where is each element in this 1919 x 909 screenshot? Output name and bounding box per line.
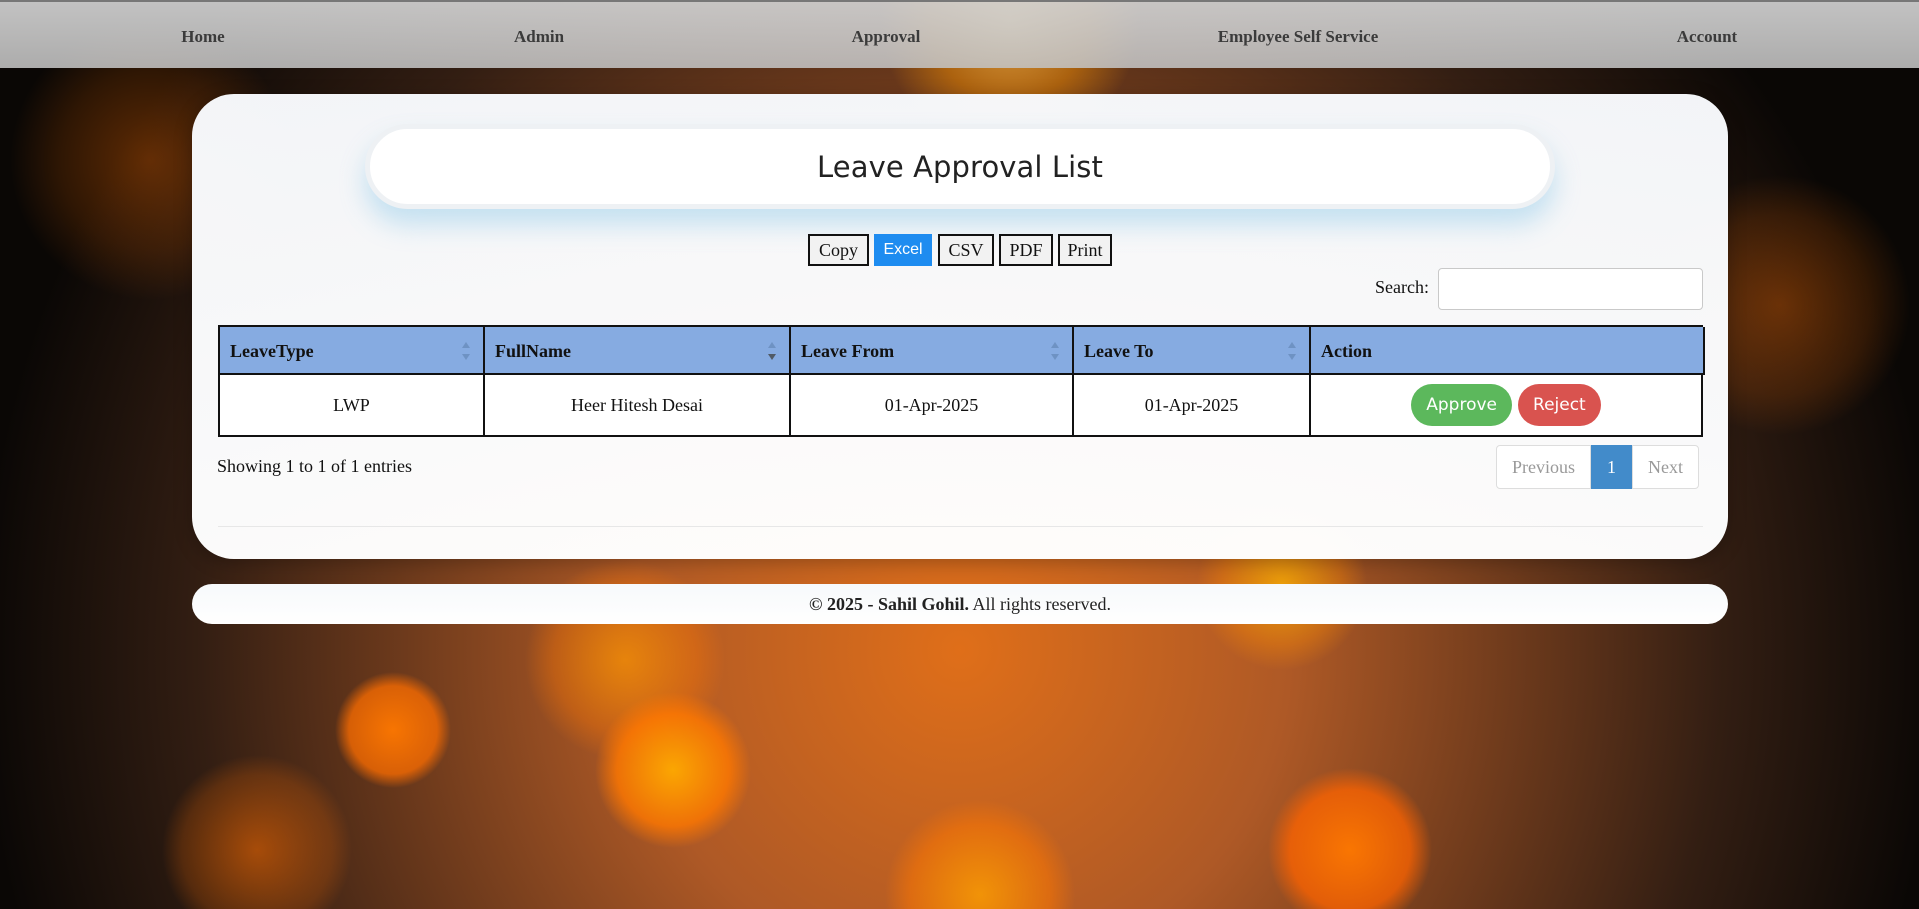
table-header-label: Action [1321,341,1372,361]
sort-both-icon [1288,342,1296,360]
csv-button[interactable]: CSV [938,234,994,266]
footer-copyright-prefix: © 2025 - [809,593,878,614]
approve-button[interactable]: Approve [1411,384,1513,426]
search-label: Search: [1375,277,1429,297]
table-header-full-name[interactable]: FullName [485,327,791,375]
leave-approval-table: LeaveType FullName Leave From Leave To A… [218,325,1705,437]
sort-both-icon [1051,342,1059,360]
page-1-button[interactable]: 1 [1591,445,1632,489]
footer: © 2025 - Sahil Gohil. All rights reserve… [192,584,1728,624]
print-button[interactable]: Print [1058,234,1112,266]
nav-account[interactable]: Account [1677,27,1737,47]
table-header-leave-to[interactable]: Leave To [1074,327,1311,375]
table-header-action: Action [1311,327,1705,375]
cell-actions: Approve Reject [1311,375,1701,435]
nav-approval[interactable]: Approval [852,27,921,47]
excel-button[interactable]: Excel [874,234,932,266]
card-divider [218,526,1703,527]
nav-admin[interactable]: Admin [514,27,564,47]
copy-button[interactable]: Copy [808,234,869,266]
table-header-label: Leave From [801,341,895,361]
footer-copyright: © 2025 - Sahil Gohil. All rights reserve… [809,594,1111,615]
pdf-button[interactable]: PDF [999,234,1053,266]
export-button-group: Copy Excel CSV PDF Print [0,234,1919,268]
table-header-leave-type[interactable]: LeaveType [220,327,485,375]
reject-button[interactable]: Reject [1518,384,1601,426]
table-header-label: FullName [495,341,571,361]
top-navigation: Home Admin Approval Employee Self Servic… [0,0,1919,68]
pagination: Previous 1 Next [1496,445,1699,489]
cell-leave-from: 01-Apr-2025 [791,375,1074,435]
cell-leave-to: 01-Apr-2025 [1074,375,1311,435]
table-info: Showing 1 to 1 of 1 entries [217,456,412,476]
next-page-button[interactable]: Next [1632,445,1699,489]
page-title-container: Leave Approval List [365,124,1555,209]
cell-full-name: Heer Hitesh Desai [485,375,791,435]
table-header-label: LeaveType [230,341,314,361]
footer-rights: All rights reserved. [972,593,1111,614]
table-header-leave-from[interactable]: Leave From [791,327,1074,375]
sort-desc-icon [768,342,776,360]
footer-owner: Sahil Gohil. [877,593,969,614]
sort-both-icon [462,342,470,360]
page-title: Leave Approval List [817,149,1103,184]
search-input[interactable] [1438,268,1703,310]
cell-leave-type: LWP [220,375,485,435]
previous-page-button[interactable]: Previous [1496,445,1591,489]
table-header-label: Leave To [1084,341,1154,361]
nav-home[interactable]: Home [181,27,224,47]
nav-employee-self-service[interactable]: Employee Self Service [1218,27,1379,47]
